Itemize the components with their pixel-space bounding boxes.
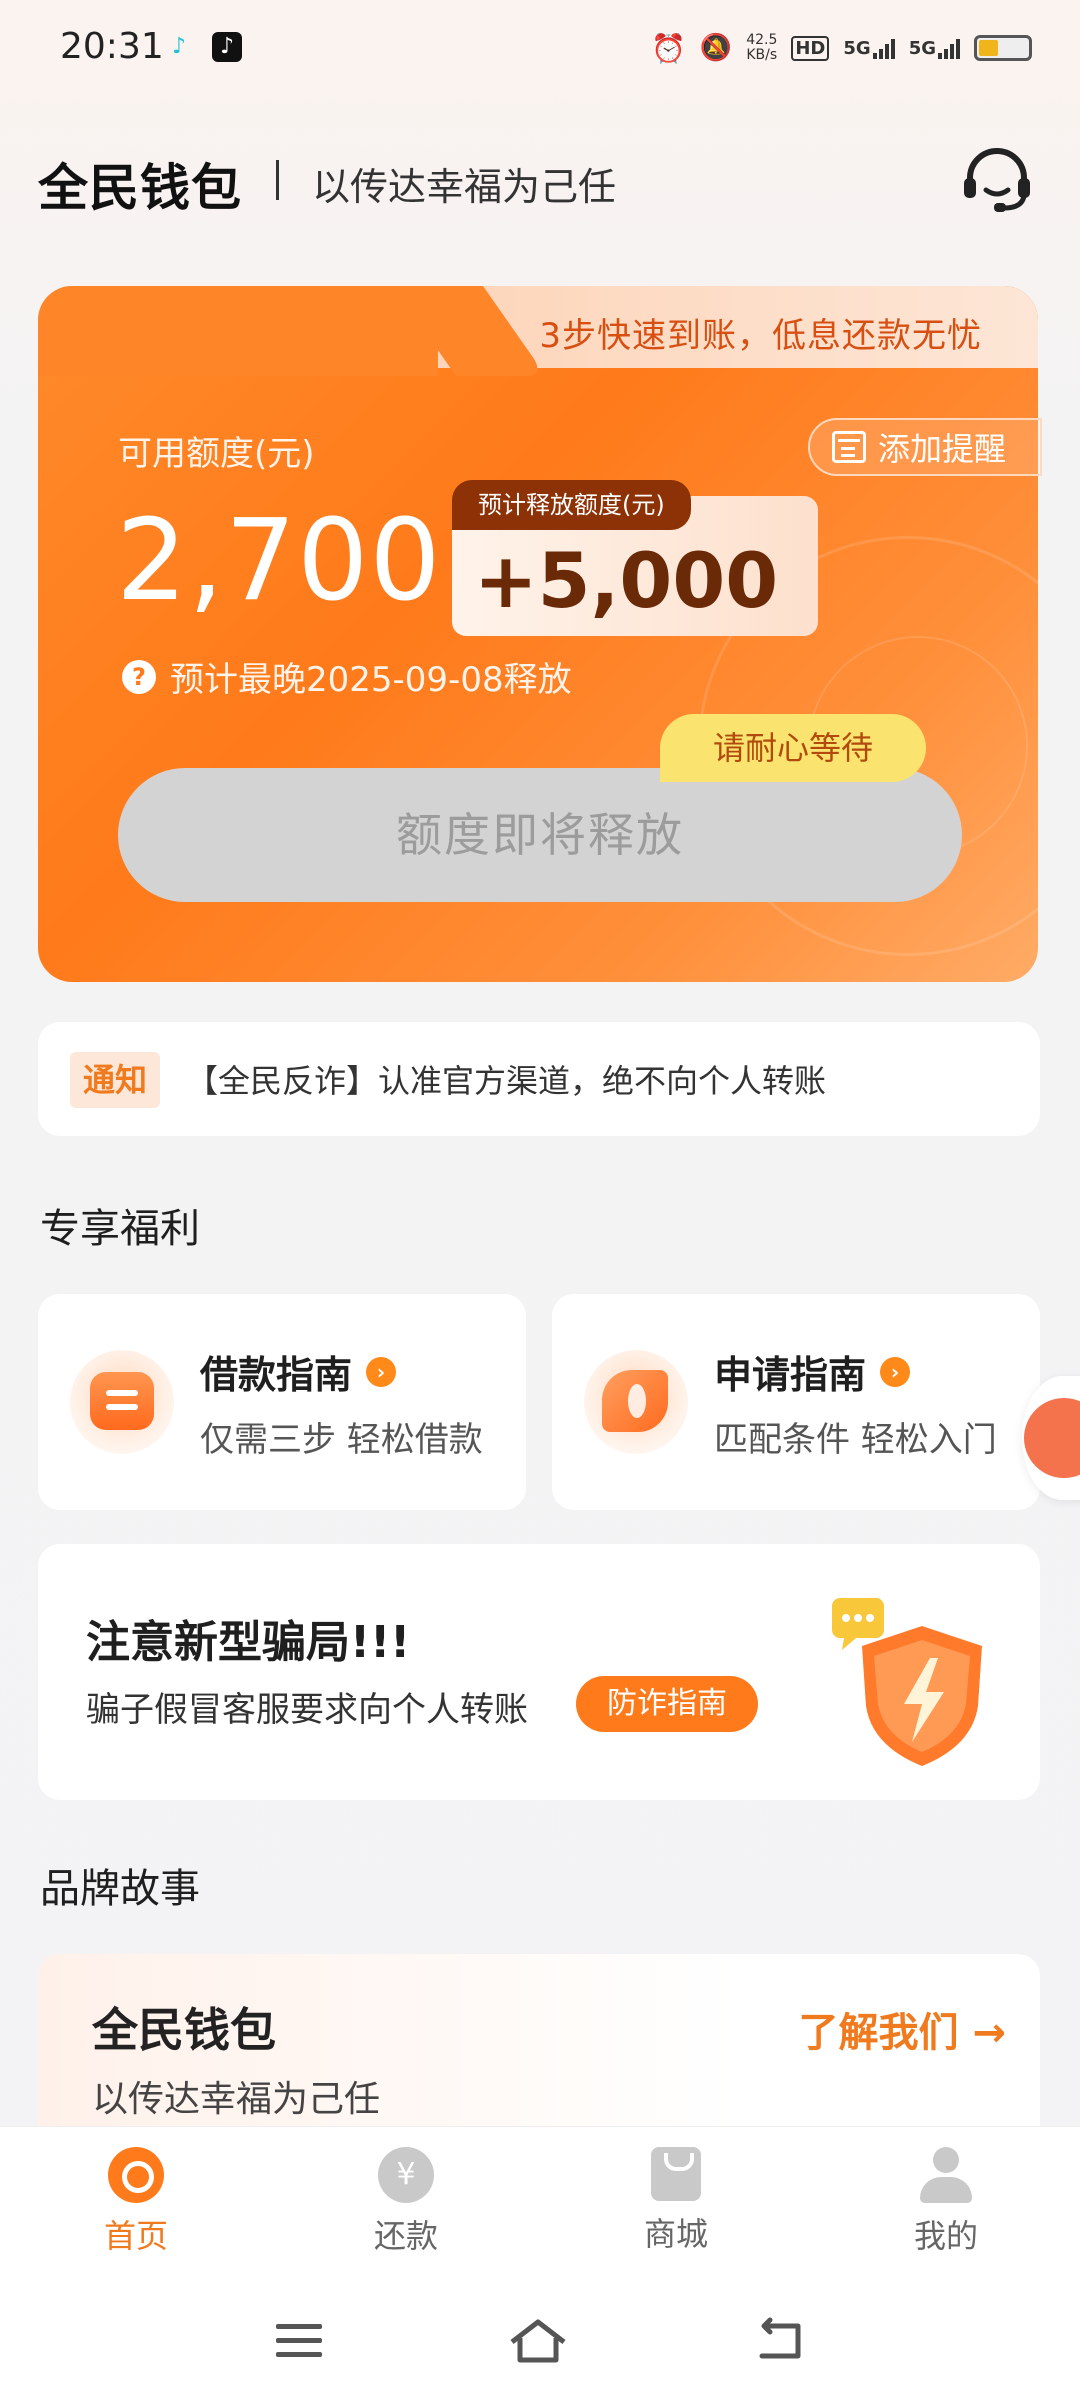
mute-icon: 🔕 [699, 33, 733, 63]
tiktok-lite-icon: ♪ [171, 34, 187, 59]
question-icon[interactable]: ? [122, 659, 156, 694]
notice-bar[interactable]: 通知 【全民反诈】认准官方渠道，绝不向个人转账 [38, 1022, 1040, 1136]
tomato-icon [1024, 1398, 1080, 1478]
status-indicators: ⏰ 🔕 42.5 KB/s HD 5G 5G [651, 28, 1032, 68]
header-divider [276, 160, 279, 200]
loan-guide-card[interactable]: 借款指南 › 仅需三步 轻松借款 [38, 1294, 526, 1510]
chevron-right-icon: › [366, 1356, 397, 1387]
back-icon[interactable] [752, 2316, 812, 2366]
brand-story-title: 全民钱包 [92, 2003, 276, 2057]
release-deadline-text: 预计最晚2025-09-08释放 [170, 660, 572, 700]
apply-guide-card[interactable]: 申请指南 › 匹配条件 轻松入门 [552, 1294, 1040, 1510]
release-tag: 预计释放额度(元) [452, 480, 691, 530]
credit-card: 3步快速到账，低息还款无忧 可用额度(元) 2,700 预计释放额度(元) +5… [38, 286, 1042, 982]
scam-alert-card[interactable]: 注意新型骗局!!! 骗子假冒客服要求向个人转账 防诈指南 [38, 1544, 1040, 1800]
home-icon [108, 2147, 164, 2203]
notice-text: 【全民反诈】认准官方渠道，绝不向个人转账 [186, 1062, 827, 1100]
signal-sim2-icon: 5G [909, 37, 960, 59]
about-us-link[interactable]: 了解我们 → [799, 2000, 1006, 2058]
notice-tag: 通知 [70, 1052, 160, 1108]
release-amount: +5,000 [474, 536, 779, 625]
wait-badge: 请耐心等待 [660, 714, 926, 782]
menu-icon[interactable] [270, 2316, 330, 2366]
available-label: 可用额度(元) [118, 434, 315, 474]
battery-icon [974, 35, 1032, 61]
apply-guide-subtitle: 匹配条件 轻松入门 [714, 1420, 997, 1460]
scam-alert-text: 骗子假冒客服要求向个人转账 [86, 1690, 528, 1730]
nav-mine-label: 我的 [913, 2217, 978, 2255]
tiktok-icon: ♪ [212, 32, 242, 62]
bottom-nav: 首页 ¥ 还款 商城 我的 [0, 2126, 1080, 2276]
yen-icon: ¥ [378, 2147, 434, 2203]
person-icon [918, 2147, 974, 2203]
nav-mine[interactable]: 我的 [866, 2147, 1026, 2257]
loan-guide-icon [70, 1350, 174, 1454]
loan-guide-title: 借款指南 › [200, 1344, 397, 1399]
nav-mall-label: 商城 [643, 2215, 708, 2253]
release-deadline: ? 预计最晚2025-09-08释放 [122, 652, 572, 701]
alarm-icon: ⏰ [650, 31, 686, 65]
nav-repay[interactable]: ¥ 还款 [326, 2147, 486, 2257]
status-bar: 20:31 ♪ ♪ ⏰ 🔕 42.5 KB/s HD 5G 5G [0, 0, 1080, 100]
nav-home[interactable]: 首页 [56, 2147, 216, 2257]
shield-lightning-icon [832, 1598, 982, 1766]
scam-alert-title: 注意新型骗局!!! [86, 1617, 411, 1668]
calendar-icon [832, 431, 866, 463]
available-amount: 2,700 [116, 496, 442, 626]
add-reminder-label: 添加提醒 [878, 430, 1007, 468]
apply-guide-icon [584, 1350, 688, 1454]
brand-story-card[interactable]: 全民钱包 以传达幸福为己任 了解我们 → [38, 1954, 1040, 2154]
brand-logo: 全民钱包 [38, 159, 242, 217]
status-time: 20:31 [60, 26, 164, 67]
brand-story-section-title: 品牌故事 [40, 1866, 200, 1912]
card-tab-text: 3步快速到账，低息还款无忧 [539, 316, 982, 356]
chevron-right-icon: › [880, 1356, 911, 1387]
headset-icon[interactable] [960, 148, 1034, 214]
brand-story-subtitle: 以传达幸福为己任 [92, 2079, 381, 2120]
signal-sim1-icon: 5G [843, 37, 895, 59]
header-slogan: 以传达幸福为己任 [312, 165, 617, 209]
add-reminder-button[interactable]: 添加提醒 [808, 418, 1042, 476]
hd-icon: HD [791, 35, 830, 61]
loan-guide-subtitle: 仅需三步 轻松借款 [200, 1420, 483, 1460]
nav-repay-label: 还款 [373, 2217, 438, 2255]
nav-home-label: 首页 [103, 2217, 168, 2255]
anti-fraud-guide-button[interactable]: 防诈指南 [576, 1676, 758, 1732]
release-credit-button[interactable]: 额度即将释放 [118, 768, 962, 902]
benefits-section-title: 专享福利 [40, 1206, 200, 1252]
home-button-icon[interactable] [508, 2316, 568, 2366]
nav-mall[interactable]: 商城 [596, 2147, 756, 2255]
bag-icon [651, 2147, 701, 2201]
net-speed: 42.5 KB/s [746, 32, 778, 63]
apply-guide-title: 申请指南 › [714, 1344, 911, 1399]
system-nav-bar [0, 2276, 1080, 2408]
